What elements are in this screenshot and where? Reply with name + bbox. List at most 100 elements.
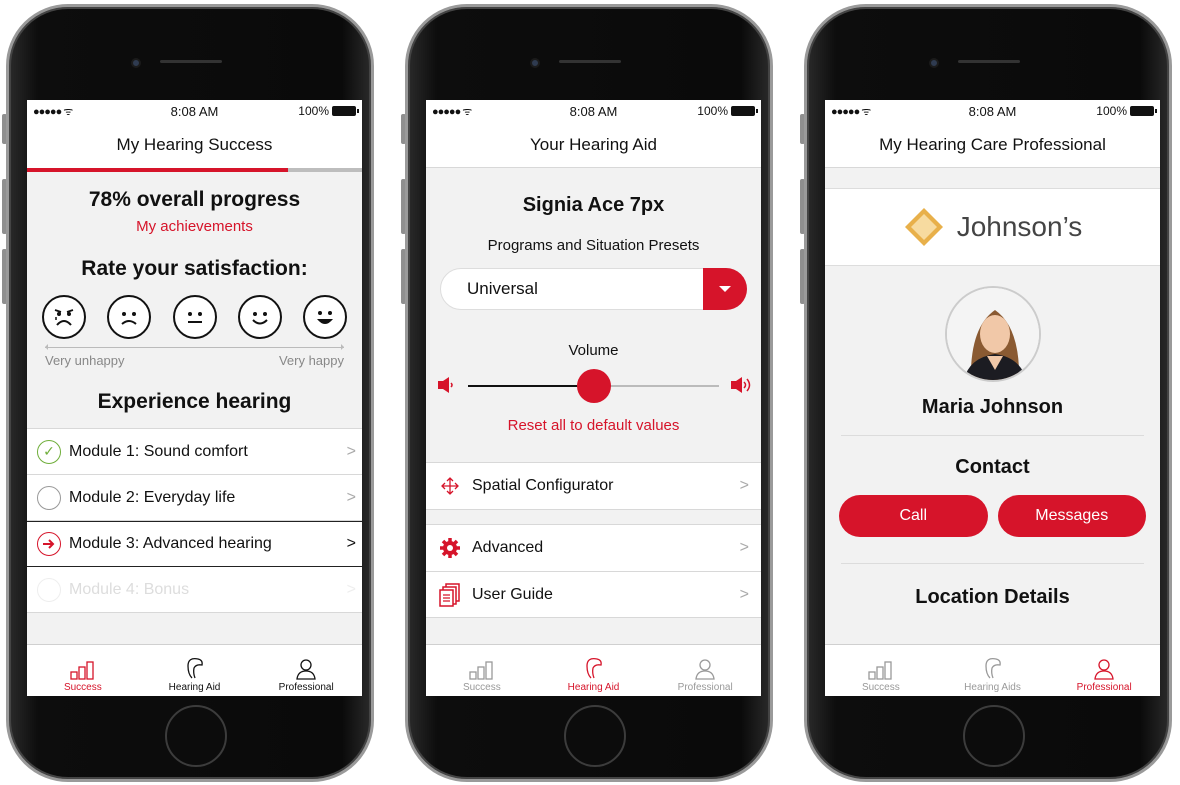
person-icon bbox=[695, 659, 715, 680]
phone-hearing-aid: ●●●●● ᯤ 8:08 AM 100% Your Hearing Aid Si… bbox=[399, 4, 779, 782]
tab-hearing-aid[interactable]: Hearing Aid bbox=[538, 645, 650, 696]
scale-low-label: Very unhappy bbox=[45, 353, 125, 368]
move-arrows-icon bbox=[438, 476, 462, 496]
battery-icon bbox=[731, 106, 758, 116]
chevron-right-icon: > bbox=[346, 442, 356, 460]
hearing-aid-screen: ●●●●● ᯤ 8:08 AM 100% Your Hearing Aid Si… bbox=[426, 100, 761, 696]
call-button[interactable]: Call bbox=[839, 495, 988, 537]
front-camera bbox=[530, 58, 540, 68]
hearing-aid-icon bbox=[984, 658, 1001, 679]
clinic-name: Johnson’s bbox=[956, 211, 1083, 242]
very-unhappy-face-icon[interactable] bbox=[42, 295, 86, 339]
unhappy-face-icon[interactable] bbox=[107, 295, 152, 339]
progress-fill bbox=[27, 168, 289, 172]
tab-professional[interactable]: Professional bbox=[649, 645, 761, 696]
tab-hearing-aids[interactable]: Hearing Aids bbox=[937, 645, 1049, 696]
menu-item-advanced[interactable]: Advanced > bbox=[426, 525, 761, 571]
chevron-right-icon: > bbox=[739, 539, 749, 556]
volume-thumb[interactable] bbox=[576, 369, 611, 403]
status-time: 8:08 AM bbox=[170, 103, 219, 119]
front-camera bbox=[929, 58, 939, 68]
earpiece-speaker bbox=[559, 60, 621, 63]
home-button[interactable] bbox=[963, 705, 1025, 767]
satisfaction-scale-line bbox=[45, 344, 344, 350]
page-title: My Hearing Care Professional bbox=[825, 122, 1160, 168]
module-label: Module 2: Everyday life bbox=[69, 488, 236, 506]
satisfaction-faces bbox=[27, 295, 362, 339]
tab-success[interactable]: Success bbox=[825, 645, 937, 696]
achievements-link[interactable]: My achievements bbox=[27, 218, 362, 235]
menu-label: Spatial Configurator bbox=[472, 477, 614, 494]
tab-label: Success bbox=[462, 682, 501, 693]
document-stack-icon bbox=[438, 582, 462, 607]
tab-bar: Success Hearing Aid Professional bbox=[27, 644, 362, 696]
menu-label: User Guide bbox=[472, 585, 553, 603]
very-happy-face-icon[interactable] bbox=[303, 295, 347, 339]
menu-item-spatial-configurator[interactable]: Spatial Configurator > bbox=[426, 463, 761, 509]
overall-progress-bar bbox=[27, 168, 362, 172]
status-time: 8:08 AM bbox=[569, 103, 618, 119]
tab-success[interactable]: Success bbox=[426, 645, 538, 696]
menu-item-user-guide[interactable]: User Guide > bbox=[426, 571, 761, 617]
volume-slider[interactable] bbox=[426, 365, 761, 405]
module-item-3[interactable]: Module 3: Advanced hearing > bbox=[27, 521, 362, 567]
module-item-1[interactable]: ✓ Module 1: Sound comfort > bbox=[27, 429, 362, 475]
diamond-logo-icon bbox=[904, 208, 943, 246]
module-item-2[interactable]: Module 2: Everyday life > bbox=[27, 475, 362, 521]
page-title: My Hearing Success bbox=[27, 122, 362, 168]
professional-screen: ●●●●● ᯤ 8:08 AM 100% My Hearing Care Pro… bbox=[825, 100, 1160, 696]
person-icon bbox=[1094, 659, 1114, 680]
front-camera bbox=[131, 58, 141, 68]
status-bar: ●●●●● ᯤ 8:08 AM 100% bbox=[825, 100, 1160, 122]
module-label: Module 3: Advanced hearing bbox=[69, 535, 272, 552]
tab-bar: Success Hearing Aid Professional bbox=[426, 644, 761, 696]
chevron-right-icon: > bbox=[346, 580, 356, 598]
caret-down-icon bbox=[719, 286, 731, 292]
volume-low-icon bbox=[438, 377, 453, 393]
module-item-4: Module 4: Bonus > bbox=[27, 567, 362, 613]
status-bar: ●●●●● ᯤ 8:08 AM 100% bbox=[27, 100, 362, 122]
device-name: Signia Ace 7px bbox=[522, 194, 665, 216]
empty-circle-icon bbox=[37, 577, 61, 602]
divider bbox=[841, 563, 1144, 564]
tab-hearing-aid[interactable]: Hearing Aid bbox=[139, 645, 251, 696]
clinic-logo: Johnson’s bbox=[825, 188, 1160, 266]
tab-bar: Success Hearing Aids Professional bbox=[825, 644, 1160, 696]
arrow-right-circle-icon bbox=[37, 532, 61, 556]
tab-label: Success bbox=[63, 682, 102, 693]
earpiece-speaker bbox=[958, 60, 1020, 63]
gear-icon bbox=[438, 537, 462, 559]
page-title: Your Hearing Aid bbox=[426, 122, 761, 168]
module-label: Module 1: Sound comfort bbox=[69, 442, 248, 460]
messages-button[interactable]: Messages bbox=[997, 495, 1146, 537]
tab-label: Hearing Aid bbox=[168, 682, 221, 693]
home-button[interactable] bbox=[564, 705, 626, 767]
menu-group-spatial: Spatial Configurator > bbox=[426, 462, 761, 510]
earpiece-speaker bbox=[160, 60, 222, 63]
avatar bbox=[944, 286, 1041, 382]
tab-label: Hearing Aids bbox=[964, 682, 1021, 693]
rate-satisfaction-title: Rate your satisfaction: bbox=[81, 257, 308, 280]
happy-face-icon[interactable] bbox=[237, 295, 282, 339]
divider bbox=[841, 435, 1144, 436]
home-button[interactable] bbox=[165, 705, 227, 767]
person-icon bbox=[296, 659, 316, 680]
hearing-aid-icon bbox=[585, 658, 602, 679]
dropdown-button[interactable] bbox=[703, 268, 747, 310]
battery-icon bbox=[332, 106, 359, 116]
tab-label: Hearing Aid bbox=[567, 682, 620, 693]
reset-defaults-link[interactable]: Reset all to default values bbox=[426, 417, 761, 434]
status-time: 8:08 AM bbox=[968, 103, 1017, 119]
scale-high-label: Very happy bbox=[278, 353, 344, 368]
experience-hearing-title: Experience hearing bbox=[97, 390, 292, 413]
tab-success[interactable]: Success bbox=[27, 645, 139, 696]
tab-label: Professional bbox=[677, 682, 733, 693]
bar-chart-icon bbox=[469, 661, 493, 680]
tab-professional[interactable]: Professional bbox=[1048, 645, 1160, 696]
program-select[interactable]: Universal bbox=[440, 268, 747, 310]
chevron-right-icon: > bbox=[346, 488, 356, 506]
success-screen: ●●●●● ᯤ 8:08 AM 100% My Hearing Success … bbox=[27, 100, 362, 696]
tab-professional[interactable]: Professional bbox=[250, 645, 362, 696]
neutral-face-icon[interactable] bbox=[172, 295, 217, 339]
check-icon: ✓ bbox=[37, 439, 61, 464]
